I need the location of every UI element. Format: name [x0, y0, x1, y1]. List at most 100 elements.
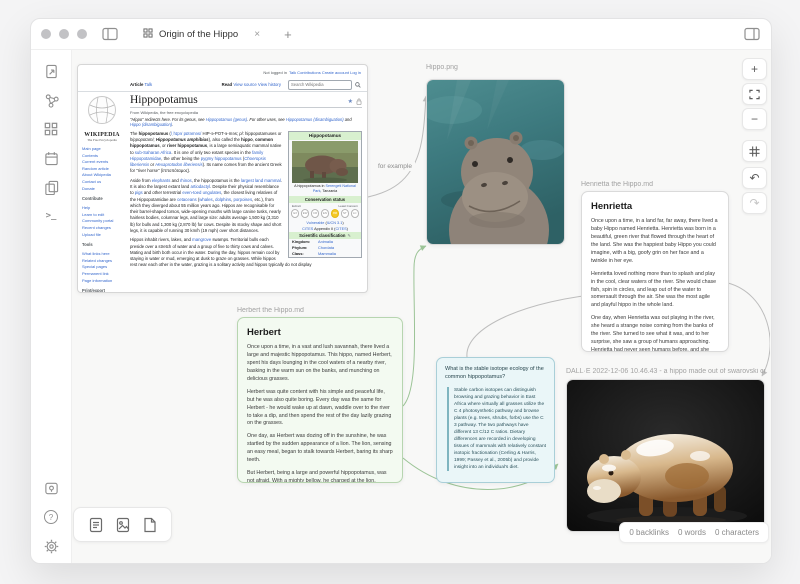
iucn-status-scale: Extinct Least Concern EX EW CR EN VU NT LC [289, 203, 361, 220]
new-tab-button[interactable]: + [284, 27, 292, 42]
infobox-caption: A hippopotamus in Serengeti National Par… [294, 183, 356, 193]
wiki-nav-link[interactable]: Random article [82, 166, 122, 173]
wiki-nav-link[interactable]: Help [82, 205, 122, 212]
henrietta-note-filename: Henrietta the Hippo.md [581, 181, 653, 188]
redo-button[interactable]: ↷ [742, 192, 767, 214]
wikipedia-logo: WIKIPEDIA The Free Encyclopedia [82, 95, 122, 142]
add-media-button[interactable] [115, 517, 131, 533]
herbert-note-card[interactable]: Herbert Once upon a time, in a vast and … [237, 317, 403, 483]
wiki-nav-link[interactable]: Special pages [82, 264, 122, 271]
note-body: Once upon a time, in a vast and lush sav… [247, 344, 393, 482]
window-close-button[interactable] [41, 29, 51, 39]
note-paragraph: One day, as Herbert was dozing off in th… [247, 433, 393, 464]
wiki-hatnote: "Hippo" redirects here. For its genus, s… [130, 116, 352, 128]
canvas-file-icon [143, 25, 153, 43]
infobox-title: Hippopotamus [289, 131, 361, 140]
quick-switcher-icon[interactable] [42, 62, 60, 80]
wiki-nav-link[interactable]: Page information [82, 278, 122, 285]
tab-origin-of-the-hippo[interactable]: Origin of the Hippo × [135, 22, 268, 46]
settings-gear-icon[interactable] [42, 537, 60, 555]
wiki-nav-link[interactable]: Related changes [82, 258, 122, 265]
titlebar: Origin of the Hippo × + [31, 19, 771, 50]
app-window: Origin of the Hippo × + >_ ? for example… [30, 18, 772, 564]
wiki-nav-link[interactable]: Community portal [82, 218, 122, 225]
wiki-sidebar: WIKIPEDIA The Free Encyclopedia Main pag… [78, 92, 124, 293]
wiki-nav-link[interactable]: Permanent link [82, 271, 122, 278]
status-bar: 0 backlinks 0 words 0 characters [619, 522, 769, 543]
note-paragraph: Once upon a time, in a vast and lush sav… [247, 344, 392, 382]
question-note-card[interactable]: What is the stable isotope ecology of th… [436, 357, 555, 483]
note-paragraph: One day, when Henrietta was out playing … [591, 315, 715, 352]
edit-pencil-icon[interactable]: ✎ [347, 233, 350, 238]
wiki-nav-link[interactable]: Main page [82, 146, 122, 153]
backlinks-count: 0 backlinks [629, 528, 669, 537]
wikipedia-embed-card[interactable]: Not logged in Talk Contributions Create … [77, 64, 368, 293]
note-paragraph: Herbert was quite content with his simpl… [247, 388, 392, 427]
iucn-status-dot: EN [320, 208, 330, 218]
word-count: 0 words [677, 528, 706, 537]
undo-button[interactable]: ↶ [742, 167, 767, 189]
search-icon [355, 81, 361, 88]
dalle-image-filename: DALL·E 2022-12-06 10.46.43 - a hippo mad… [566, 368, 765, 375]
zoom-to-fit-button[interactable] [742, 83, 767, 105]
wiki-nav-link[interactable]: About Wikipedia [82, 172, 122, 179]
wiki-nav-link[interactable]: Upload file [82, 232, 122, 239]
wiki-nav-header: Tools [82, 242, 93, 248]
wiki-tabs-left[interactable]: Article Talk [130, 82, 152, 87]
zoom-in-button[interactable]: + [742, 58, 767, 80]
daily-note-calendar-icon[interactable] [42, 149, 60, 167]
wiki-nav-header: Print/export [82, 288, 105, 293]
henrietta-note-card[interactable]: Henrietta Once upon a time, in a land fa… [581, 191, 729, 352]
right-sidebar-toggle-icon[interactable] [743, 26, 761, 42]
iucn-status-dot: VU [330, 208, 340, 218]
wiki-nav-link[interactable]: Contact us [82, 179, 122, 186]
conservation-status-header: Conservation status [289, 195, 361, 203]
snap-to-grid-button[interactable] [742, 140, 767, 162]
baby-hippo-underwater-image [427, 80, 564, 244]
add-file-button[interactable] [142, 517, 158, 533]
vault-switcher-icon[interactable] [42, 479, 60, 497]
wiki-nav-link[interactable]: Donate [82, 186, 122, 193]
note-title: Henrietta [591, 201, 633, 212]
graph-view-icon[interactable] [42, 91, 60, 109]
wiki-nav-contribute: Help Learn to edit Community portal Recent … [82, 205, 122, 238]
note-paragraph: Once upon a time, in a land far, far awa… [591, 218, 718, 264]
wiki-search-input[interactable] [288, 79, 352, 90]
terminal-icon[interactable]: >_ [42, 207, 60, 225]
zoom-out-button[interactable]: − [742, 108, 767, 130]
canvas-icon[interactable] [42, 120, 60, 138]
wiki-tabs-right[interactable]: Read View source View history [222, 82, 281, 87]
wiki-nav-header: Contribute [82, 196, 103, 202]
wiki-subtitle: From Wikipedia, the free encyclopedia [130, 109, 199, 115]
close-tab-icon[interactable]: × [254, 29, 260, 40]
page-protection-lock-icon [356, 98, 362, 105]
edge-label[interactable]: for example [375, 162, 415, 171]
wiki-article-title: Hippopotamus [130, 94, 198, 106]
iucn-status-dot: EX [291, 208, 300, 218]
wiki-nav-link[interactable]: Learn to edit [82, 212, 122, 219]
left-sidebar-toggle-icon[interactable] [101, 26, 119, 42]
iucn-status-dot: CR [310, 208, 320, 218]
watchlist-star-icon[interactable]: ★ [348, 98, 353, 105]
wiki-nav-link[interactable]: Current events [82, 159, 122, 166]
templates-icon[interactable] [42, 178, 60, 196]
iucn-status-dot: EW [300, 208, 310, 218]
infobox-hippo-photo[interactable] [292, 140, 358, 183]
help-icon[interactable]: ? [42, 508, 60, 526]
glass-hippo-image [567, 380, 764, 531]
wiki-nav-link[interactable]: What links here [82, 251, 122, 258]
hippo-image-card[interactable] [426, 79, 565, 245]
window-minimize-button[interactable] [59, 29, 69, 39]
ribbon: >_ ? [31, 50, 72, 563]
wiki-nav-link[interactable]: Recent changes [82, 225, 122, 232]
window-zoom-button[interactable] [77, 29, 87, 39]
canvas[interactable]: for example Not logged in Talk Contribut… [72, 50, 771, 563]
dalle-image-card[interactable] [566, 379, 765, 532]
wiki-nav-link[interactable]: Contents [82, 153, 122, 160]
herbert-note-filename: Herbert the Hippo.md [237, 307, 304, 314]
question-quote: Stable carbon isotopes can distinguish b… [447, 386, 546, 471]
wiki-search: Read View source View history [222, 79, 361, 90]
note-body: Once upon a time, in a land far, far awa… [591, 218, 719, 352]
wiki-personal-links[interactable]: Not logged in Talk Contributions Create … [78, 65, 367, 78]
add-note-card-button[interactable] [88, 517, 104, 533]
